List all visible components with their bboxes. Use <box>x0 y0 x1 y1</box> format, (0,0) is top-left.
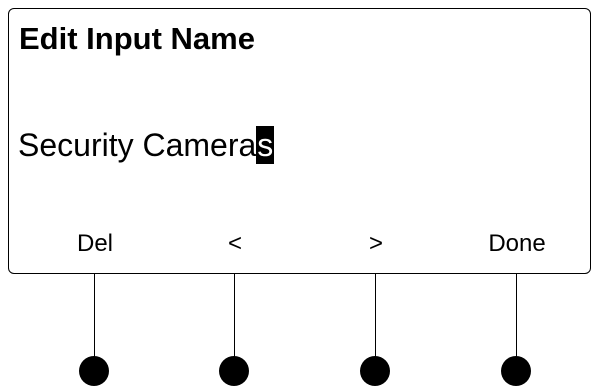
softkey-label-done[interactable]: Done <box>488 229 545 259</box>
input-name-text: Security Camera <box>18 127 257 163</box>
softkey-button-del[interactable] <box>79 356 109 386</box>
softkey-label-del[interactable]: Del <box>77 229 113 259</box>
softkey-button-done[interactable] <box>501 356 531 386</box>
softkey-label-right[interactable]: > <box>369 229 383 259</box>
input-name-field[interactable]: Security Cameras <box>18 126 275 164</box>
softkey-label-left[interactable]: < <box>228 229 242 259</box>
text-cursor: s <box>256 126 275 164</box>
lcd-display-panel: Edit Input Name Security Cameras Del < >… <box>8 8 591 274</box>
screen-title: Edit Input Name <box>19 21 255 56</box>
softkey-connector-done <box>516 274 517 364</box>
softkey-button-left[interactable] <box>219 356 249 386</box>
softkey-connector-left <box>234 274 235 364</box>
softkey-connector-del <box>94 274 95 364</box>
softkey-connector-right <box>375 274 376 364</box>
softkey-button-right[interactable] <box>360 356 390 386</box>
